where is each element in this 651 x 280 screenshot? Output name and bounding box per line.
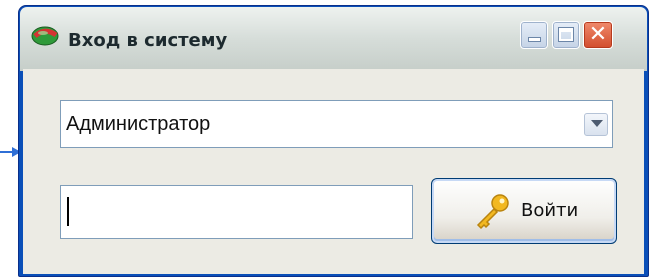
maximize-button[interactable] [552, 21, 580, 49]
user-select-value: Администратор [66, 113, 211, 135]
window-title: Вход в систему [68, 30, 228, 51]
minimize-icon [529, 38, 540, 41]
login-button[interactable]: Войти [431, 178, 617, 244]
login-button-label: Войти [521, 200, 579, 221]
close-button[interactable]: ✕ [583, 21, 613, 49]
window-client-area: Администратор Войти [23, 69, 644, 274]
user-select-dropdown-button[interactable] [584, 113, 608, 136]
text-caret [67, 197, 69, 226]
login-window: Вход в систему ✕ Администратор Войти [18, 5, 649, 277]
key-icon [476, 194, 509, 230]
title-bar[interactable]: Вход в систему ✕ [20, 7, 647, 71]
close-icon: ✕ [588, 22, 608, 47]
chevron-down-icon [591, 120, 603, 127]
minimize-button[interactable] [520, 21, 548, 49]
password-input[interactable] [60, 185, 413, 239]
maximize-icon [559, 28, 573, 41]
app-logo-icon [31, 26, 59, 46]
user-select[interactable]: Администратор [60, 100, 613, 148]
